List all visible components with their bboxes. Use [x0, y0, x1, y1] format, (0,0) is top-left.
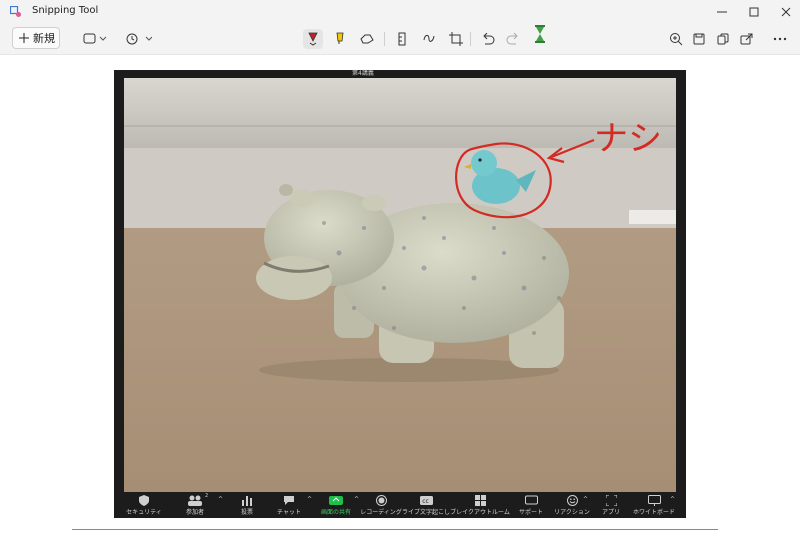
participants-count: 2 — [205, 493, 209, 499]
zoom-icon[interactable] — [666, 29, 686, 49]
whiteboard-icon — [647, 495, 661, 506]
apps-label: アプリ — [601, 509, 620, 516]
maximize-icon[interactable] — [738, 0, 770, 24]
support-button[interactable]: サポート — [516, 495, 546, 517]
photo-hippo-bird-figurine: ナシ — [124, 78, 676, 492]
breakout-rooms-button[interactable]: ブレイクアウトルーム — [450, 495, 510, 517]
whiteboard-button[interactable]: ホワイトボード — [633, 495, 676, 517]
captions-button[interactable]: cc ライブ文字起こし — [402, 495, 451, 517]
whiteboard-caret-icon[interactable]: ^ — [670, 496, 675, 503]
snip-mode-icon[interactable] — [80, 29, 110, 49]
polls-icon — [242, 496, 252, 506]
delay-timer-icon[interactable] — [124, 29, 154, 49]
annotation-handwriting: ナシ — [594, 119, 662, 159]
redo-icon[interactable] — [503, 29, 523, 49]
more-icon[interactable] — [770, 29, 790, 49]
share-caret-icon[interactable]: ^ — [354, 496, 359, 503]
app-title: Snipping Tool — [32, 5, 99, 16]
undo-icon[interactable] — [478, 29, 498, 49]
support-label: サポート — [518, 509, 543, 516]
participants-icon — [188, 495, 202, 506]
ballpoint-pen-icon[interactable] — [303, 29, 323, 49]
minimize-icon[interactable] — [706, 0, 738, 24]
new-button[interactable]: 新規 — [12, 27, 60, 49]
copy-icon[interactable] — [713, 29, 733, 49]
canvas-divider — [72, 529, 718, 530]
captions-label: ライブ文字起こし — [402, 509, 451, 516]
meeting-toolbar: セキュリティ 参加者 2 ^ 投票 チャット ^ 画面の共有 ^ レコーディング… — [114, 493, 686, 518]
whiteboard-label: ホワイトボード — [633, 509, 676, 516]
ruler-icon[interactable] — [392, 29, 412, 49]
reactions-caret-icon[interactable]: ^ — [583, 496, 588, 503]
highlighter-icon[interactable] — [330, 29, 350, 49]
support-icon — [524, 495, 538, 505]
share-screen-button[interactable]: 画面の共有 — [317, 495, 355, 517]
eraser-icon[interactable] — [357, 29, 377, 49]
toolbar: 新規 — [0, 24, 800, 55]
chat-label: チャット — [277, 509, 301, 516]
plus-icon — [19, 33, 29, 43]
polls-label: 投票 — [240, 509, 253, 516]
security-label: セキュリティ — [126, 509, 162, 516]
toolbar-divider — [470, 32, 471, 46]
security-icon — [139, 495, 149, 506]
captured-screenshot[interactable]: 第4講義 ナシ セキュリティ 参加者 2 ^ 投票 チャット ^ 画面の共有 ^… — [114, 70, 686, 518]
new-button-label: 新規 — [33, 32, 55, 45]
record-icon — [375, 495, 387, 506]
snipping-tool-app-icon — [10, 6, 21, 17]
close-icon[interactable] — [770, 0, 800, 24]
chat-icon — [284, 496, 294, 505]
apps-button[interactable]: アプリ — [596, 495, 626, 517]
breakout-rooms-label: ブレイクアウトルーム — [450, 509, 510, 516]
chat-button[interactable]: チャット — [274, 495, 304, 517]
polls-button[interactable]: 投票 — [232, 495, 262, 517]
captions-icon: cc — [419, 496, 433, 505]
touch-writing-icon[interactable] — [419, 29, 439, 49]
participants-caret-icon[interactable]: ^ — [218, 496, 223, 503]
hourglass-icon — [530, 24, 550, 44]
reactions-label: リアクション — [554, 509, 590, 516]
share-screen-icon — [329, 496, 343, 505]
record-button[interactable]: レコーディング — [360, 495, 402, 517]
security-button[interactable]: セキュリティ — [124, 495, 164, 517]
participants-button[interactable]: 参加者 — [174, 495, 216, 517]
apps-icon — [605, 495, 617, 506]
reactions-icon — [566, 495, 578, 506]
participants-label: 参加者 — [185, 509, 204, 516]
chat-caret-icon[interactable]: ^ — [307, 496, 312, 503]
share-icon[interactable] — [737, 29, 757, 49]
share-screen-label: 画面の共有 — [320, 509, 351, 516]
canvas-area: 第4講義 ナシ セキュリティ 参加者 2 ^ 投票 チャット ^ 画面の共有 ^… — [0, 55, 800, 533]
breakout-rooms-icon — [474, 495, 486, 506]
title-bar: Snipping Tool — [0, 0, 800, 24]
svg-text:cc: cc — [422, 498, 429, 505]
save-icon[interactable] — [689, 29, 709, 49]
record-label: レコーディング — [360, 509, 402, 516]
toolbar-divider — [384, 32, 385, 46]
meeting-top-caption: 第4講義 — [352, 70, 374, 77]
crop-icon[interactable] — [446, 29, 466, 49]
